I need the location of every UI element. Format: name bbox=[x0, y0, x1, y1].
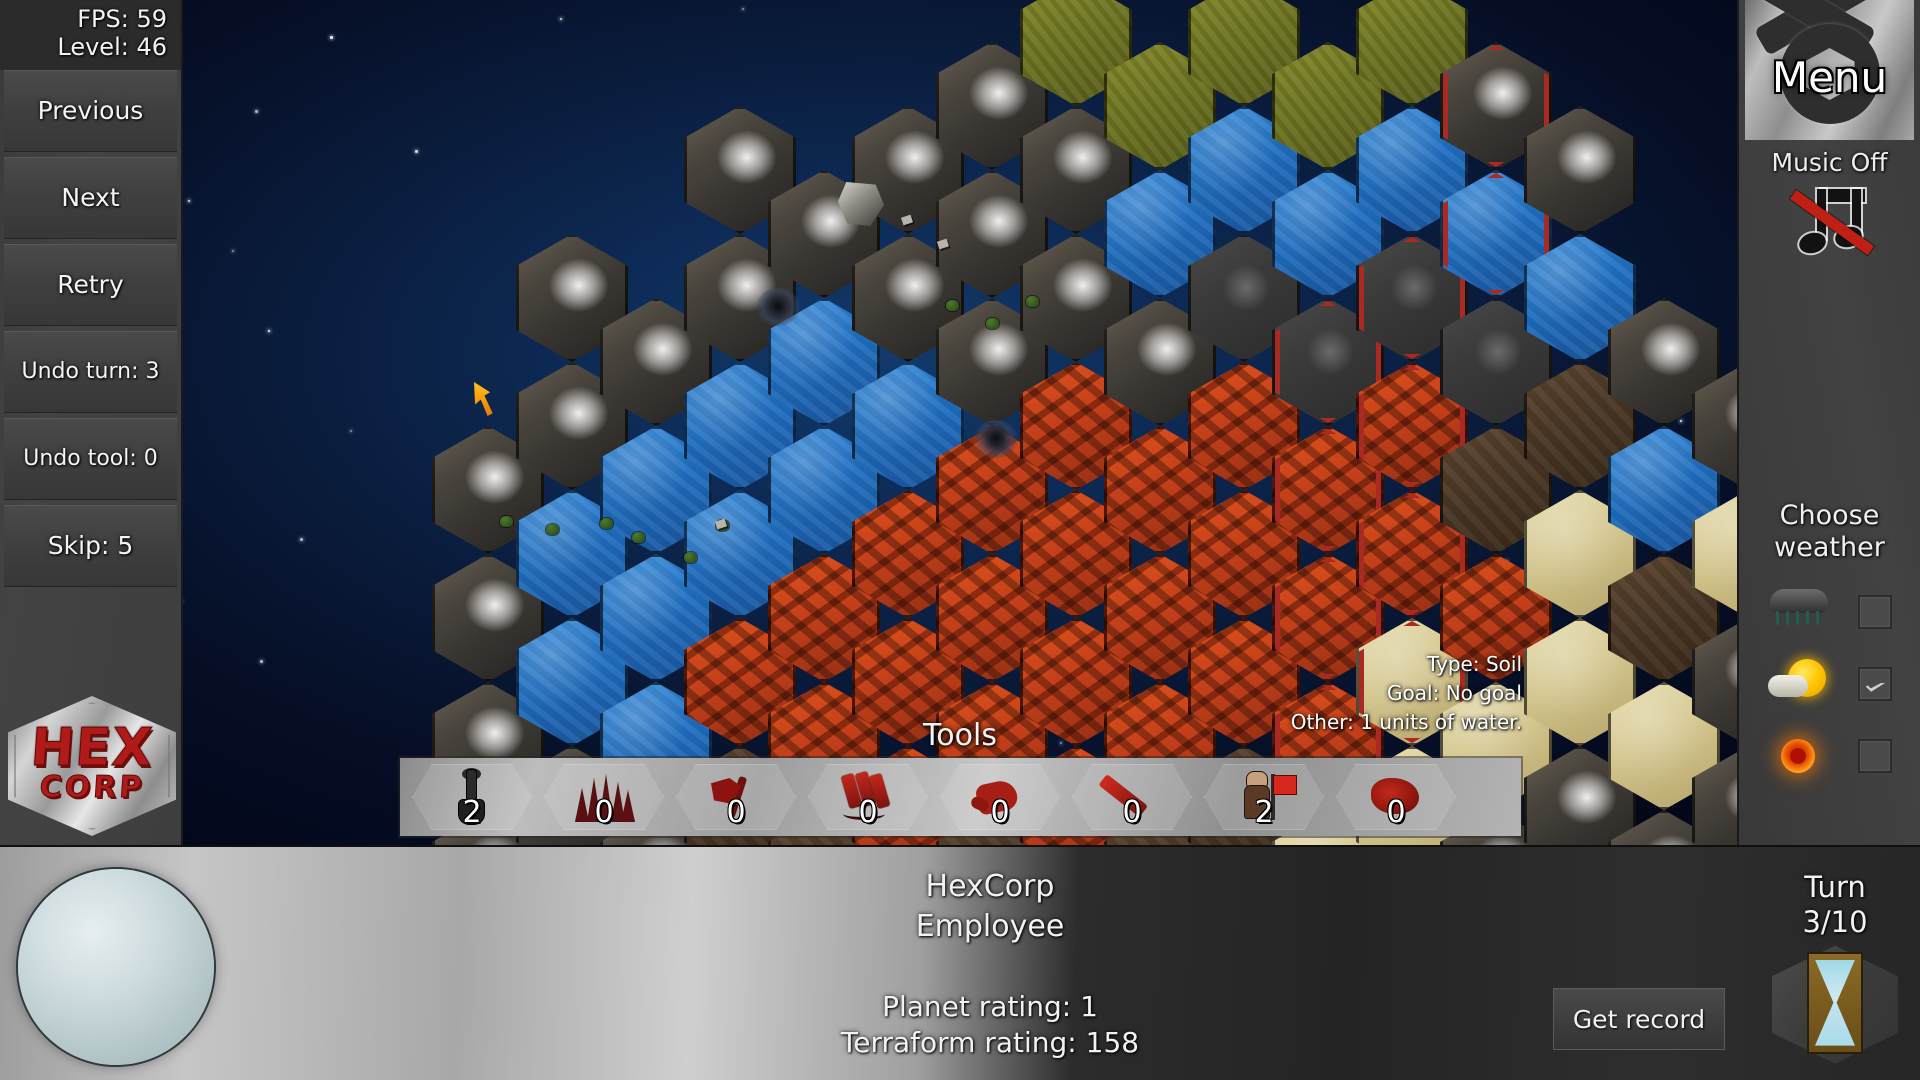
tool-count: 0 bbox=[594, 795, 613, 830]
bush-decoration bbox=[986, 318, 999, 329]
corp-name: HexCorp bbox=[560, 867, 1420, 907]
planet-preview[interactable] bbox=[18, 869, 214, 1065]
tools-label: Tools bbox=[0, 718, 1920, 753]
terraform-rating: Terraform rating: 158 bbox=[560, 1025, 1420, 1061]
hud-stats: FPS: 59 Level: 46 bbox=[0, 0, 181, 70]
next-button[interactable]: Next bbox=[4, 157, 177, 239]
tool-shovel[interactable]: 2 bbox=[406, 762, 538, 832]
logo-hex-text: HEX bbox=[6, 718, 178, 778]
tile-goal: Goal: No goal bbox=[1291, 679, 1522, 708]
rain-checkbox[interactable] bbox=[1858, 595, 1892, 629]
turn-label: Turn bbox=[1755, 870, 1915, 905]
weather-option-rain[interactable] bbox=[1739, 587, 1920, 637]
tool-blob[interactable]: 0 bbox=[1330, 762, 1462, 832]
weather-option-sun[interactable] bbox=[1739, 731, 1920, 781]
hexcorp-logo: HEX CORP bbox=[8, 696, 176, 836]
sun-checkbox[interactable] bbox=[1858, 739, 1892, 773]
bush-decoration bbox=[600, 518, 613, 529]
sun-cloud-icon bbox=[1768, 659, 1830, 709]
bush-decoration bbox=[632, 532, 645, 543]
undo-tool-button[interactable]: Undo tool: 0 bbox=[4, 418, 177, 500]
weather-chooser: Choose weather bbox=[1739, 500, 1920, 781]
tool-settler[interactable]: 2 bbox=[1198, 762, 1330, 832]
music-toggle[interactable]: Music Off bbox=[1739, 148, 1920, 261]
crater-decoration bbox=[756, 288, 800, 326]
undo-turn-button[interactable]: Undo turn: 3 bbox=[4, 331, 177, 413]
tile-type: Type: Soil bbox=[1291, 650, 1522, 679]
planet-rating: Planet rating: 1 bbox=[560, 989, 1420, 1025]
bush-decoration bbox=[546, 524, 559, 535]
retry-button[interactable]: Retry bbox=[4, 244, 177, 326]
weather-title-line2: weather bbox=[1739, 532, 1920, 564]
hourglass-icon bbox=[1809, 954, 1861, 1052]
corp-rank: Employee bbox=[560, 907, 1420, 947]
left-button-stack: Previous Next Retry Undo turn: 3 Undo tool: … bbox=[0, 70, 181, 587]
level-readout: Level: 46 bbox=[0, 34, 167, 62]
hex-map[interactable] bbox=[0, 0, 1920, 760]
tools-bar[interactable]: 2 0 0 0 0 0 2 0 bbox=[400, 758, 1521, 836]
bush-decoration bbox=[946, 300, 959, 311]
status-text-block: HexCorp Employee Planet rating: 1 Terraf… bbox=[560, 867, 1420, 1060]
bush-decoration bbox=[1026, 296, 1039, 307]
rain-cloud-icon bbox=[1768, 587, 1830, 637]
tool-axe[interactable]: 0 bbox=[670, 762, 802, 832]
weather-title: Choose weather bbox=[1739, 500, 1920, 565]
game-screen: Type: Soil Goal: No goal Other: 1 units … bbox=[0, 0, 1920, 1080]
previous-button[interactable]: Previous bbox=[4, 70, 177, 152]
sun-icon bbox=[1768, 731, 1830, 781]
partly-cloudy-checkbox[interactable] bbox=[1858, 667, 1892, 701]
weather-title-line1: Choose bbox=[1739, 500, 1920, 532]
music-off-icon bbox=[1787, 183, 1873, 261]
tool-count: 0 bbox=[990, 795, 1009, 830]
tool-hand[interactable]: 0 bbox=[934, 762, 1066, 832]
weather-option-partly-cloudy[interactable] bbox=[1739, 659, 1920, 709]
menu-button[interactable]: Menu bbox=[1739, 0, 1920, 140]
tool-count: 2 bbox=[1254, 795, 1273, 830]
right-sidebar: Menu Music Off Choose weather bbox=[1737, 0, 1920, 845]
logo-corp-text: CORP bbox=[7, 770, 177, 805]
tool-count: 0 bbox=[1386, 795, 1405, 830]
music-label: Music Off bbox=[1739, 148, 1920, 177]
turn-value: 3/10 bbox=[1755, 905, 1915, 940]
left-sidebar: FPS: 59 Level: 46 Previous Next Retry Undo … bbox=[0, 0, 183, 845]
tool-count: 0 bbox=[858, 795, 877, 830]
tool-trees[interactable]: 0 bbox=[538, 762, 670, 832]
end-turn-button[interactable] bbox=[1772, 946, 1898, 1064]
tool-beam[interactable]: 0 bbox=[1066, 762, 1198, 832]
get-record-button[interactable]: Get record bbox=[1553, 988, 1725, 1050]
crater-decoration bbox=[974, 420, 1018, 458]
tool-count: 2 bbox=[462, 795, 481, 830]
fps-readout: FPS: 59 bbox=[0, 6, 167, 34]
menu-label: Menu bbox=[1739, 53, 1920, 102]
bush-decoration bbox=[684, 552, 697, 563]
skip-button[interactable]: Skip: 5 bbox=[4, 505, 177, 587]
bush-decoration bbox=[500, 516, 513, 527]
tool-count: 0 bbox=[726, 795, 745, 830]
turn-indicator: Turn 3/10 bbox=[1755, 870, 1915, 1064]
tool-dynamite[interactable]: 0 bbox=[802, 762, 934, 832]
tool-count: 0 bbox=[1122, 795, 1141, 830]
